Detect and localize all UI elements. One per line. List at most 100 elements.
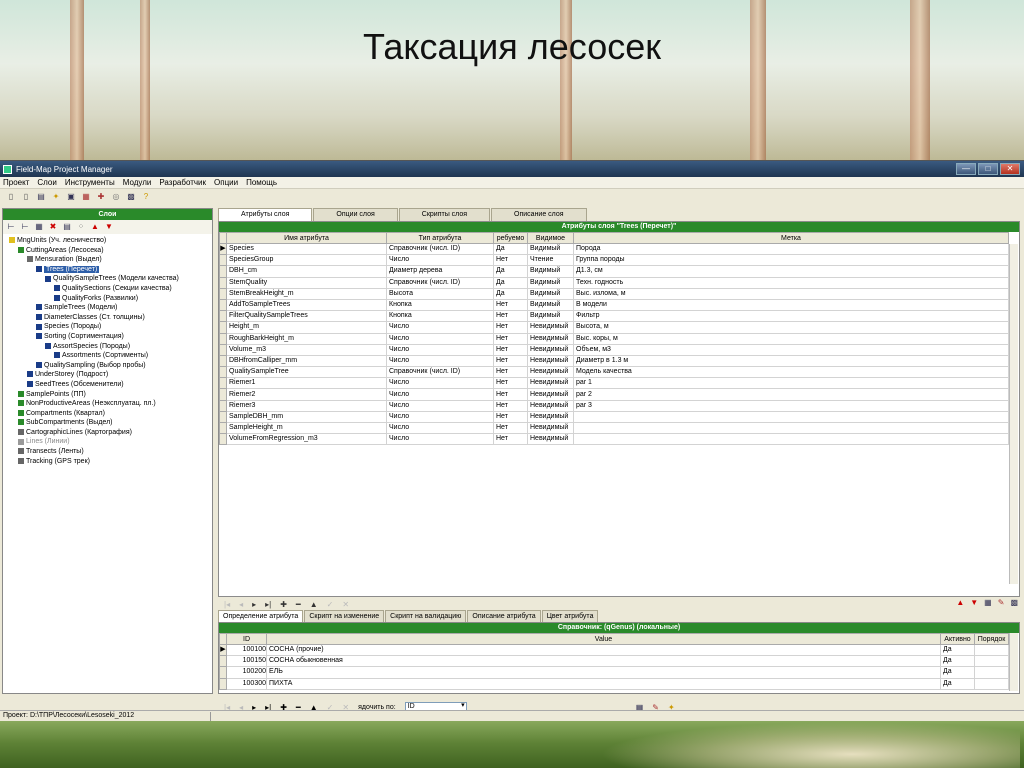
table-row[interactable]: Riemer3 Число Нет Невидимый par 3 (219, 399, 1009, 412)
move-down-icon[interactable]: ▼ (970, 598, 978, 607)
table-cell[interactable]: Невидимый (527, 332, 574, 345)
tree-node[interactable]: Assortments (Сортименты) (3, 351, 212, 361)
table-row[interactable]: 100200 ЕЛЬ Да (219, 666, 1009, 679)
cancel-record-icon[interactable]: ✕ (342, 600, 349, 609)
row-indicator[interactable] (219, 366, 227, 379)
table-cell[interactable]: Да (493, 242, 528, 256)
table-cell[interactable]: Нет (493, 298, 528, 312)
edit-icon[interactable]: ✎ (998, 598, 1005, 607)
layers-icon[interactable]: ▦ (81, 192, 91, 202)
tab-layer-attributes[interactable]: Атрибуты слоя (218, 208, 313, 221)
column-header[interactable]: ID (226, 633, 267, 645)
row-indicator[interactable] (219, 677, 227, 690)
table-cell[interactable]: Height_m (226, 321, 387, 334)
first-record-icon[interactable]: |◂ (224, 600, 230, 609)
table-cell[interactable]: Число (386, 399, 494, 412)
table-cell[interactable] (573, 410, 1009, 424)
table-cell[interactable]: DBH_cm (226, 265, 387, 278)
close-button[interactable]: ✕ (1000, 163, 1020, 175)
table-row[interactable]: ▶ 100100 СОСНА (прочие) Да (219, 643, 1009, 657)
table-cell[interactable]: Riemer1 (226, 377, 387, 390)
row-indicator[interactable] (219, 354, 227, 368)
table-row[interactable]: SpeciesGroup Число Нет Чтение Группа породы (219, 254, 1009, 267)
table-cell[interactable]: Невидимый (527, 421, 574, 435)
column-header[interactable]: Имя атрибута (226, 232, 387, 244)
table-cell[interactable]: Да (940, 677, 975, 690)
table-cell[interactable]: SampleDBH_mm (226, 410, 387, 424)
tree-node[interactable]: SampleTrees (Модели) (3, 303, 212, 313)
target-icon[interactable]: ◎ (111, 192, 121, 202)
table-cell[interactable]: 100300 (226, 677, 267, 690)
tree-node[interactable]: Lines (Линии) (3, 437, 212, 447)
grid-icon[interactable]: ▤ (62, 222, 72, 232)
row-indicator[interactable] (219, 343, 227, 356)
table-cell[interactable]: VolumeFromRegression_m3 (226, 433, 387, 446)
table-cell[interactable]: Да (940, 666, 975, 679)
table-cell[interactable]: Нет (493, 254, 528, 267)
add-layer-icon[interactable]: ⊢ (6, 222, 16, 232)
tree-node[interactable]: Sorting (Сортиментация) (3, 332, 212, 342)
move-up-icon[interactable]: ▲ (956, 598, 964, 607)
table-cell[interactable]: Объем, м3 (573, 343, 1009, 356)
table-cell[interactable]: Невидимый (527, 366, 574, 379)
row-indicator[interactable] (219, 276, 227, 289)
tree-node[interactable]: UnderStorey (Подрост) (3, 370, 212, 380)
tree-node[interactable]: QualityForks (Развилки) (3, 294, 212, 304)
tree-node[interactable]: NonProductiveAreas (Неэксплуатац. пл.) (3, 399, 212, 409)
column-header[interactable]: Тип атрибута (386, 232, 494, 244)
table-cell[interactable]: StemBreakHeight_m (226, 287, 387, 300)
table-cell[interactable]: Riemer3 (226, 399, 387, 412)
tools-icon[interactable]: ✚ (96, 192, 106, 202)
minimize-button[interactable]: — (956, 163, 976, 175)
table-row[interactable]: AddToSampleTrees Кнопка Нет Видимый В модели (219, 298, 1009, 312)
column-header[interactable]: Видимое (527, 232, 574, 244)
table-cell[interactable]: Видимый (527, 298, 574, 312)
table-cell[interactable]: Невидимый (527, 388, 574, 401)
table-cell[interactable]: Число (386, 388, 494, 401)
table-cell[interactable]: Невидимый (527, 354, 574, 368)
tree-node[interactable]: SeedTrees (Обсеменители) (3, 380, 212, 390)
attributes-scrollbar[interactable] (1009, 244, 1018, 584)
table-cell[interactable]: Чтение (527, 254, 574, 267)
table-cell[interactable]: Число (386, 343, 494, 356)
table-cell[interactable]: Невидимый (527, 410, 574, 424)
table-row[interactable]: 100150 СОСНА обыкновенная Да (219, 655, 1009, 668)
table-cell[interactable]: Диаметр в 1.3 м (573, 354, 1009, 368)
table-cell[interactable]: Нет (493, 366, 528, 379)
table-cell[interactable]: Нет (493, 421, 528, 435)
table-cell[interactable]: Невидимый (527, 377, 574, 390)
table-cell[interactable]: AddToSampleTrees (226, 298, 387, 312)
table-row[interactable]: 100300 ПИХТА Да (219, 677, 1009, 690)
table-cell[interactable]: FilterQualitySampleTrees (226, 310, 387, 323)
table-icon[interactable]: ▦ (984, 598, 992, 607)
table-cell[interactable]: Volume_m3 (226, 343, 387, 356)
table-row[interactable]: StemQuality Справочник (числ. ID) Да Видимы… (219, 276, 1009, 289)
row-indicator[interactable]: ▶ (219, 643, 227, 657)
column-header[interactable]: Порядок (974, 633, 1009, 645)
tree-node[interactable]: MngUnits (Уч. лесничество) (3, 236, 212, 246)
table-row[interactable]: Height_m Число Нет Невидимый Высота, м (219, 321, 1009, 334)
tree-node[interactable]: Trees (Перечет) (3, 265, 212, 275)
menu-help[interactable]: Помощь (246, 178, 277, 187)
row-indicator[interactable] (219, 666, 227, 679)
table-cell[interactable]: Riemer2 (226, 388, 387, 401)
table-cell[interactable]: Число (386, 332, 494, 345)
row-indicator[interactable] (219, 655, 227, 668)
column-header[interactable]: Метка (573, 232, 1009, 244)
tree-node[interactable]: Mensuration (Выдел) (3, 255, 212, 265)
row-indicator[interactable] (219, 298, 227, 312)
next-record-icon[interactable]: ▸ (252, 600, 256, 609)
table-cell[interactable]: Порода (573, 242, 1009, 256)
menu-options[interactable]: Опции (214, 178, 238, 187)
wand-icon[interactable]: ✦ (51, 192, 61, 202)
table-cell[interactable]: ПИХТА (266, 677, 941, 690)
table-cell[interactable] (974, 643, 1009, 657)
tree-node[interactable]: Transects (Ленты) (3, 447, 212, 457)
table-cell[interactable]: Число (386, 254, 494, 267)
table-cell[interactable]: 100200 (226, 666, 267, 679)
table-cell[interactable]: Фильтр (573, 310, 1009, 323)
tree-node[interactable]: QualitySampling (Выбор пробы) (3, 361, 212, 371)
row-indicator[interactable] (219, 310, 227, 323)
copy-icon[interactable]: ▣ (66, 192, 76, 202)
new-icon[interactable]: ▯ (6, 192, 16, 202)
